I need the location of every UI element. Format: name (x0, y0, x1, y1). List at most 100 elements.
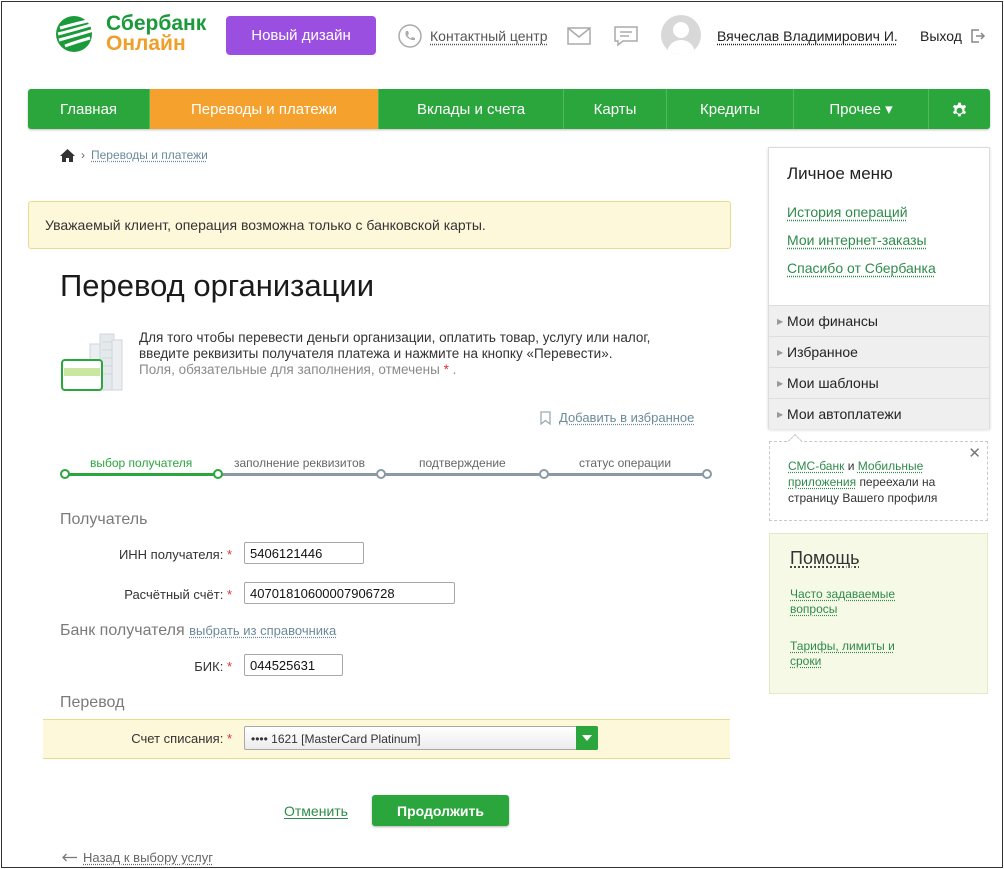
close-icon[interactable]: ✕ (968, 446, 981, 462)
triangle-right-icon: ▶ (777, 378, 784, 388)
sidebar-item-my-finances[interactable]: ▶ Мои финансы (769, 305, 989, 336)
logo-text-sberbank: Сбербанк (106, 12, 207, 35)
debit-label-text: Счет списания: (131, 731, 224, 746)
account-label: Расчётный счёт: * (92, 587, 232, 602)
chat-icon[interactable] (613, 25, 639, 47)
operations-history-link[interactable]: История операций (787, 204, 908, 220)
sidebar-item-label: Мои шаблоны (787, 375, 879, 391)
tariffs-link[interactable]: Тарифы, лимиты и сроки (790, 639, 920, 669)
required-hint: Поля, обязательные для заполнения, отмеч… (139, 362, 440, 377)
step-confirmation: подтверждение (419, 456, 506, 470)
new-design-button[interactable]: Новый дизайн (226, 16, 376, 55)
intro-text-block: Для того чтобы перевести деньги организа… (139, 330, 651, 377)
nav-item-credits[interactable]: Кредиты (667, 89, 794, 129)
main-nav: Главная Переводы и платежи Вклады и счет… (28, 89, 990, 129)
contact-center-link[interactable]: Контактный центр (430, 28, 548, 44)
sidebar-item-templates[interactable]: ▶ Мои шаблоны (769, 367, 989, 398)
personal-menu-title: Личное меню (787, 164, 893, 183)
step-status: статус операции (579, 456, 672, 470)
bik-input[interactable] (244, 654, 343, 676)
inn-input[interactable] (244, 542, 364, 564)
nav-item-cards[interactable]: Карты (564, 89, 667, 129)
select-dropdown-button[interactable] (576, 726, 598, 750)
account-label-text: Расчётный счёт: (124, 587, 224, 602)
step-dot (60, 469, 70, 479)
sberbank-logo[interactable]: Сбербанк Онлайн (54, 12, 207, 55)
faq-link[interactable]: Часто задаваемые вопросы (790, 587, 920, 617)
logout-button[interactable]: Выход (920, 28, 986, 44)
bik-label-text: БИК: (194, 659, 224, 674)
sidebar-item-autopayments[interactable]: ▶ Мои автоплатежи (769, 398, 989, 429)
breadcrumb-chevron-icon: › (81, 148, 85, 162)
recipient-section-title: Получатель (60, 511, 148, 528)
progress-line-pending (218, 473, 708, 476)
user-name-link[interactable]: Вячеслав Владимирович И. (717, 28, 898, 44)
inn-label-text: ИНН получателя: (118, 547, 224, 562)
help-panel: Помощь Часто задаваемые вопросы Тарифы, … (769, 533, 988, 694)
sidebar-item-label: Мои автоплатежи (787, 406, 902, 422)
account-input[interactable] (244, 582, 455, 604)
help-title[interactable]: Помощь (790, 548, 860, 569)
phone-icon (398, 24, 422, 48)
sberbank-logo-icon (56, 16, 95, 52)
step-dot (376, 469, 386, 479)
add-favorite[interactable]: Добавить в избранное (540, 410, 694, 425)
progress-line-done (65, 473, 218, 476)
organization-payment-icon (61, 333, 123, 391)
inn-label: ИНН получателя: * (92, 547, 232, 562)
step-dot (213, 469, 223, 479)
chevron-down-icon (582, 735, 592, 741)
bik-label: БИК: * (92, 659, 232, 674)
nav-item-settings[interactable] (929, 89, 990, 129)
sidebar-item-label: Избранное (787, 344, 858, 360)
thanks-from-sberbank-link[interactable]: Спасибо от Сбербанка (787, 260, 936, 276)
logo-text-online: Онлайн (106, 32, 186, 55)
continue-button[interactable]: Продолжить (372, 795, 509, 826)
card-only-notice: Уважаемый клиент, операция возможна толь… (28, 201, 731, 249)
bank-section-title: Банк получателя выбрать из справочника (60, 622, 336, 640)
breadcrumb-transfers-link[interactable]: Переводы и платежи (91, 148, 208, 162)
nav-item-main[interactable]: Главная (28, 89, 150, 129)
user-silhouette-icon (666, 22, 696, 55)
nav-item-deposits[interactable]: Вклады и счета (379, 89, 564, 129)
triangle-right-icon: ▶ (777, 316, 784, 326)
required-mark: * (226, 587, 232, 602)
personal-menu: Личное меню История операций Мои интерне… (768, 147, 990, 429)
sidebar-item-favorites[interactable]: ▶ Избранное (769, 336, 989, 367)
avatar[interactable] (661, 15, 701, 55)
logout-icon (971, 29, 985, 43)
bookmark-icon (540, 410, 551, 425)
contact-center[interactable]: Контактный центр (398, 24, 548, 48)
triangle-right-icon: ▶ (777, 409, 784, 419)
nav-item-transfers[interactable]: Переводы и платежи (150, 89, 379, 129)
step-select-recipient: выбор получателя (90, 456, 193, 470)
gear-icon (952, 102, 967, 116)
step-dot (539, 469, 549, 479)
mail-icon[interactable] (567, 27, 591, 45)
required-mark: * (226, 731, 232, 746)
internet-orders-link[interactable]: Мои интернет-заказы (787, 232, 927, 248)
page-title: Перевод организации (60, 268, 375, 303)
sms-bank-link[interactable]: СМС-банк (788, 459, 844, 473)
page-frame: Сбербанк Онлайн Новый дизайн Контактный … (1, 1, 1003, 868)
back-to-services-link: Назад к выбору услуг (83, 850, 213, 865)
breadcrumb: › Переводы и платежи (60, 148, 208, 162)
triangle-right-icon: ▶ (777, 347, 784, 357)
pick-from-directory-link[interactable]: выбрать из справочника (189, 623, 336, 638)
required-mark: * (226, 547, 232, 562)
transfer-section-title: Перевод (60, 694, 125, 711)
back-to-services[interactable]: Назад к выбору услуг (62, 850, 213, 865)
step-dot (702, 469, 712, 479)
sms-notice-and: и (847, 459, 855, 473)
debit-account-select[interactable]: •••• 1621 [MasterCard Platinum] (244, 726, 598, 750)
sidebar-item-label: Мои финансы (787, 313, 878, 329)
add-favorite-link: Добавить в избранное (559, 410, 695, 425)
notice-pointer (787, 433, 803, 449)
arrow-left-icon (62, 853, 77, 862)
sms-bank-notice: ✕ СМС-банк и Мобильные приложения переех… (769, 433, 988, 521)
debit-label: Счет списания: * (92, 731, 232, 746)
cancel-button[interactable]: Отменить (284, 803, 348, 819)
home-icon[interactable] (60, 148, 75, 162)
nav-item-other[interactable]: Прочее ▾ (794, 89, 929, 129)
required-mark: * (226, 659, 232, 674)
